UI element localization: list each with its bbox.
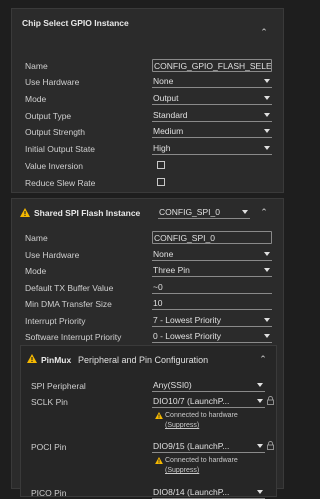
chip-select-gpio-panel: Chip Select GPIO Instance ⌃ Name CONFIG_… <box>11 8 284 193</box>
output-strength-label: Output Strength <box>25 127 86 137</box>
tx-buffer-label: Default TX Buffer Value <box>25 283 114 293</box>
lock-icon[interactable] <box>267 396 274 405</box>
dropdown-caret-icon <box>242 210 248 214</box>
use-hardware-value: None <box>153 76 174 86</box>
tx-buffer-field[interactable]: ~0 <box>152 281 272 294</box>
interrupt-priority-select[interactable]: 7 - Lowest Priority <box>152 314 272 327</box>
reduce-slew-rate-label: Reduce Slew Rate <box>25 178 96 188</box>
value-inversion-checkbox[interactable] <box>157 161 165 169</box>
collapse-chevron-icon[interactable]: ⌃ <box>259 207 269 217</box>
use-hardware-select[interactable]: None <box>152 75 272 88</box>
dropdown-caret-icon <box>264 268 270 272</box>
poci-pin-label: POCI Pin <box>31 442 67 452</box>
mode-select[interactable]: Output <box>152 92 272 105</box>
dropdown-caret-icon <box>257 383 263 387</box>
spi-use-hardware-label: Use Hardware <box>25 250 80 260</box>
suppress-link[interactable]: (Suppress) <box>165 422 199 429</box>
poci-pin-select[interactable]: DIO9/15 (LaunchP... <box>152 440 265 453</box>
mode-label: Mode <box>25 94 47 104</box>
initial-output-state-select[interactable]: High <box>152 142 272 155</box>
spi-peripheral-label: SPI Peripheral <box>31 381 86 391</box>
shared-spi-flash-title: Shared SPI Flash Instance <box>34 208 141 218</box>
spi-peripheral-value: Any(SSI0) <box>153 380 192 390</box>
suppress-link[interactable]: (Suppress) <box>165 467 199 474</box>
warning-icon <box>155 412 163 419</box>
spi-peripheral-select[interactable]: Any(SSI0) <box>152 379 265 392</box>
sw-interrupt-priority-select[interactable]: 0 - Lowest Priority <box>152 330 272 343</box>
spi-mode-value: Three Pin <box>153 265 190 275</box>
sw-interrupt-priority-value: 0 - Lowest Priority <box>153 331 222 341</box>
interrupt-priority-value: 7 - Lowest Priority <box>153 315 222 325</box>
warning-icon <box>27 354 37 363</box>
collapse-chevron-icon[interactable]: ⌃ <box>258 354 268 364</box>
dropdown-caret-icon <box>257 399 263 403</box>
pinmux-badge: PinMux <box>41 355 72 365</box>
dropdown-caret-icon <box>264 79 270 83</box>
pinmux-title: Peripheral and Pin Configuration <box>78 355 209 365</box>
collapse-chevron-icon[interactable]: ⌃ <box>259 27 269 37</box>
spi-name-label: Name <box>25 233 48 243</box>
pico-pin-label: PICO Pin <box>31 488 67 498</box>
pinmux-panel: PinMux Peripheral and Pin Configuration … <box>20 345 277 499</box>
pico-pin-select[interactable]: DIO8/14 (LaunchP... <box>152 486 265 499</box>
sclk-pin-label: SCLK Pin <box>31 397 68 407</box>
spi-instance-value: CONFIG_SPI_0 <box>159 207 220 217</box>
sclk-pin-value: DIO10/7 (LaunchP... <box>153 396 230 406</box>
warning-icon <box>20 208 30 217</box>
poci-pin-value: DIO9/15 (LaunchP... <box>153 441 230 451</box>
use-hardware-label: Use Hardware <box>25 77 80 87</box>
spi-instance-select[interactable]: CONFIG_SPI_0 <box>158 206 250 219</box>
value-inversion-label: Value Inversion <box>25 161 83 171</box>
min-dma-field[interactable]: 10 <box>152 297 272 310</box>
dropdown-caret-icon <box>264 252 270 256</box>
output-type-label: Output Type <box>25 111 72 121</box>
dropdown-caret-icon <box>264 146 270 150</box>
dropdown-caret-icon <box>264 334 270 338</box>
output-strength-select[interactable]: Medium <box>152 125 272 138</box>
output-type-select[interactable]: Standard <box>152 109 272 122</box>
connected-note: Connected to hardware <box>165 412 238 419</box>
sclk-pin-select[interactable]: DIO10/7 (LaunchP... <box>152 395 265 408</box>
dropdown-caret-icon <box>264 318 270 322</box>
output-type-value: Standard <box>153 110 188 120</box>
spi-use-hardware-select[interactable]: None <box>152 248 272 261</box>
shared-spi-flash-panel: Shared SPI Flash Instance CONFIG_SPI_0 ⌃… <box>11 198 284 499</box>
sw-interrupt-priority-label: Software Interrupt Priority <box>25 332 122 342</box>
mode-value: Output <box>153 93 179 103</box>
dropdown-caret-icon <box>264 129 270 133</box>
chip-select-gpio-title: Chip Select GPIO Instance <box>22 18 129 28</box>
lock-icon[interactable] <box>267 441 274 450</box>
spi-mode-label: Mode <box>25 266 47 276</box>
reduce-slew-rate-checkbox[interactable] <box>157 178 165 186</box>
interrupt-priority-label: Interrupt Priority <box>25 316 86 326</box>
spi-use-hardware-value: None <box>153 249 174 259</box>
dropdown-caret-icon <box>257 490 263 494</box>
name-label: Name <box>25 61 48 71</box>
initial-output-state-label: Initial Output State <box>25 144 95 154</box>
dropdown-caret-icon <box>264 96 270 100</box>
pico-pin-value: DIO8/14 (LaunchP... <box>153 487 230 497</box>
min-dma-label: Min DMA Transfer Size <box>25 299 112 309</box>
warning-icon <box>155 457 163 464</box>
gpio-name-field[interactable]: CONFIG_GPIO_FLASH_SELECT <box>152 59 272 72</box>
output-strength-value: Medium <box>153 126 184 136</box>
spi-name-field[interactable]: CONFIG_SPI_0 <box>152 231 272 244</box>
dropdown-caret-icon <box>257 444 263 448</box>
spi-mode-select[interactable]: Three Pin <box>152 264 272 277</box>
connected-note: Connected to hardware <box>165 457 238 464</box>
initial-output-state-value: High <box>153 143 171 153</box>
dropdown-caret-icon <box>264 113 270 117</box>
